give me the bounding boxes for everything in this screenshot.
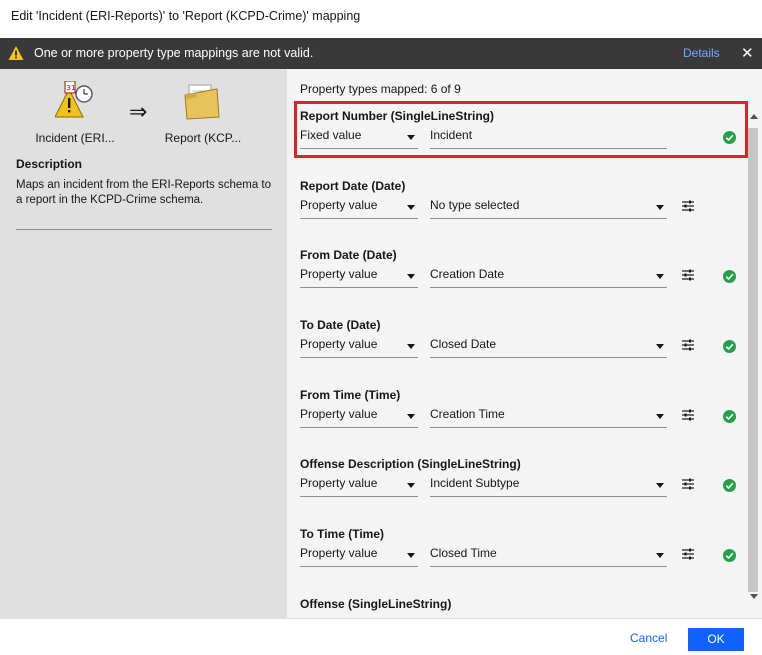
property-name: From Date (Date) [300, 248, 397, 262]
property-name: To Time (Time) [300, 527, 385, 541]
property-name: Offense Description (SingleLineString) [300, 457, 521, 471]
property-row-to-time: To Time (Time) Property value Closed Tim… [300, 527, 740, 583]
valid-check-icon [723, 270, 736, 283]
dialog-titlebar: Edit 'Incident (ERI-Reports)' to 'Report… [0, 0, 762, 38]
source-property-select[interactable]: Creation Date [430, 266, 667, 288]
source-property-value: Incident Subtype [430, 476, 520, 490]
property-name: Offense (SingleLineString) [300, 597, 452, 611]
settings-sliders-icon[interactable] [681, 548, 695, 560]
description-heading: Description [16, 157, 83, 171]
chevron-down-icon [407, 483, 415, 488]
target-item-type: Report (KCP... [158, 81, 248, 145]
source-property-value: No type selected [430, 198, 520, 212]
settings-sliders-icon[interactable] [681, 269, 695, 281]
source-label: Incident (ERI... [35, 131, 115, 145]
property-name: Report Date (Date) [300, 179, 406, 193]
property-row-to-date: To Date (Date) Property value Closed Dat… [300, 318, 740, 374]
scroll-down-arrow-icon[interactable] [750, 594, 758, 599]
scroll-up-arrow-icon[interactable] [750, 114, 758, 119]
chevron-down-icon [407, 414, 415, 419]
mapping-mode-select[interactable]: Property value [300, 197, 418, 219]
source-property-select[interactable]: Closed Time [430, 545, 667, 567]
chevron-down-icon [407, 274, 415, 279]
valid-check-icon [723, 549, 736, 562]
chevron-down-icon [407, 553, 415, 558]
chevron-down-icon [407, 205, 415, 210]
source-property-select[interactable]: Closed Date [430, 336, 667, 358]
property-row-report-date: Report Date (Date) Property value No typ… [300, 179, 740, 235]
settings-sliders-icon[interactable] [681, 409, 695, 421]
incident-icon: 31 [54, 80, 95, 123]
svg-text:31: 31 [67, 84, 76, 92]
valid-check-icon [723, 340, 736, 353]
scrollbar-thumb[interactable] [748, 128, 758, 592]
source-item-type: 31 Incident (ERI... [30, 80, 120, 145]
valid-check-icon [723, 410, 736, 423]
details-link[interactable]: Details [683, 46, 720, 60]
mapping-mode-value: Property value [300, 337, 378, 351]
chevron-down-icon [407, 344, 415, 349]
mapping-mode-select[interactable]: Property value [300, 545, 418, 567]
mapping-mode-value: Property value [300, 267, 378, 281]
report-folder-icon [183, 81, 223, 123]
source-property-select[interactable]: Creation Time [430, 406, 667, 428]
chevron-down-icon [656, 483, 664, 488]
chevron-down-icon [656, 274, 664, 279]
mapped-count: Property types mapped: 6 of 9 [300, 82, 461, 96]
mapping-mode-value: Property value [300, 407, 378, 421]
mapping-arrow-icon: ⇒ [129, 99, 148, 124]
property-row-from-date: From Date (Date) Property value Creation… [300, 248, 740, 304]
chevron-down-icon [656, 205, 664, 210]
property-mappings-pane[interactable]: Property types mapped: 6 of 9 Report Num… [287, 69, 762, 618]
source-property-select[interactable]: No type selected [430, 197, 667, 219]
mapping-mode-select[interactable]: Property value [300, 475, 418, 497]
property-name: From Time (Time) [300, 388, 401, 402]
dialog-footer: Cancel OK [0, 618, 762, 655]
valid-check-icon [723, 479, 736, 492]
mapping-mode-select[interactable]: Property value [300, 266, 418, 288]
close-icon[interactable]: ✕ [741, 44, 754, 62]
source-property-value: Creation Time [430, 407, 505, 421]
settings-sliders-icon[interactable] [681, 339, 695, 351]
property-row-offense-description: Offense Description (SingleLineString) P… [300, 457, 740, 513]
chevron-down-icon [656, 344, 664, 349]
target-label: Report (KCP... [164, 131, 242, 145]
source-property-value: Closed Time [430, 546, 497, 560]
settings-sliders-icon[interactable] [681, 200, 695, 212]
mapping-mode-select[interactable]: Property value [300, 406, 418, 428]
mapping-mode-select[interactable]: Property value [300, 336, 418, 358]
description-text: Maps an incident from the ERI-Reports sc… [16, 179, 272, 206]
source-property-select[interactable]: Incident Subtype [430, 475, 667, 497]
mapping-mode-value: Property value [300, 476, 378, 490]
property-row-offense: Offense (SingleLineString) [300, 597, 740, 618]
warning-triangle-icon [8, 46, 24, 60]
chevron-down-icon [656, 553, 664, 558]
property-row-from-time: From Time (Time) Property value Creation… [300, 388, 740, 444]
mapping-mode-value: Property value [300, 198, 378, 212]
source-property-value: Creation Date [430, 267, 505, 281]
source-property-value: Closed Date [430, 337, 497, 351]
selected-row-highlight [294, 101, 748, 158]
warning-banner: One or more property type mappings are n… [0, 38, 762, 69]
settings-sliders-icon[interactable] [681, 478, 695, 490]
dialog-title: Edit 'Incident (ERI-Reports)' to 'Report… [11, 9, 361, 23]
description-divider [16, 229, 272, 230]
cancel-button[interactable]: Cancel [630, 631, 667, 645]
mapping-mode-value: Property value [300, 546, 378, 560]
chevron-down-icon [656, 414, 664, 419]
property-name: To Date (Date) [300, 318, 381, 332]
warning-message: One or more property type mappings are n… [34, 46, 314, 60]
mapping-summary-pane: 31 Incident (ERI... ⇒ Report (KCP... Des… [0, 69, 287, 618]
ok-button[interactable]: OK [688, 628, 744, 651]
